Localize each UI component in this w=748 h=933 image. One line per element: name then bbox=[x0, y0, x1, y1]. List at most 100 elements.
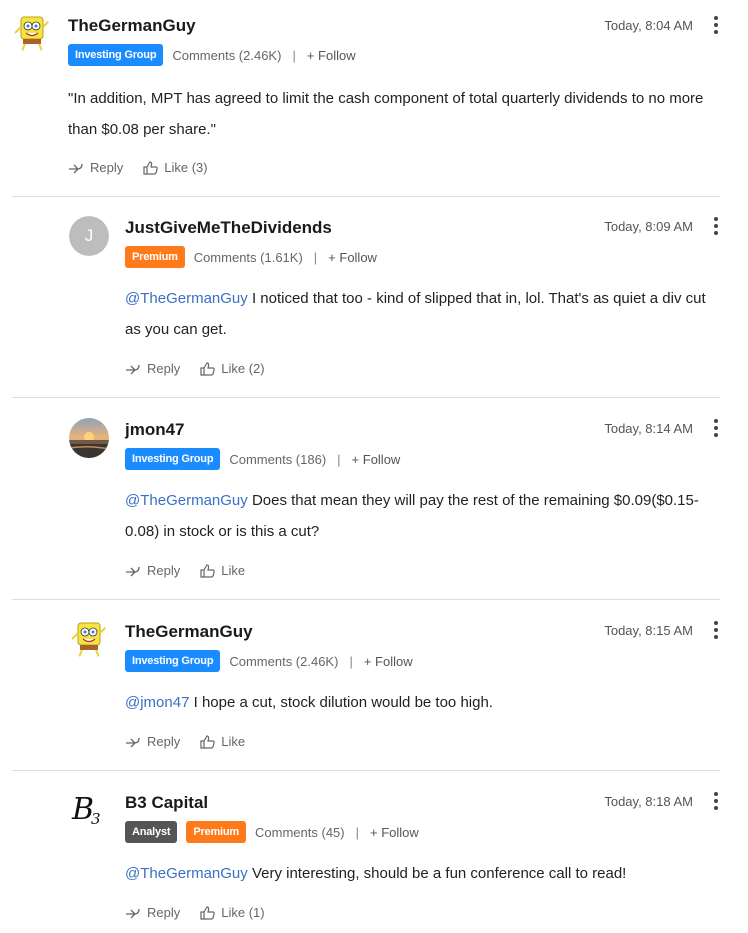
reply-icon bbox=[126, 566, 140, 576]
username[interactable]: TheGermanGuy bbox=[125, 622, 253, 642]
like-label: Like bbox=[221, 734, 246, 749]
reply-icon bbox=[69, 163, 83, 173]
investing-group-badge: Investing Group bbox=[125, 650, 221, 672]
thumbs-up-icon bbox=[200, 361, 215, 376]
comment-body: @TheGermanGuy I noticed that too - kind … bbox=[125, 283, 725, 345]
timestamp: Today, 8:14 AM bbox=[604, 421, 693, 436]
comments-count-link[interactable]: Comments (1.61K) bbox=[194, 250, 303, 265]
divider bbox=[12, 599, 720, 600]
like-label: Like bbox=[221, 563, 246, 578]
reply-label: Reply bbox=[147, 905, 181, 920]
follow-button[interactable]: + Follow bbox=[328, 250, 377, 265]
thumbs-up-icon bbox=[200, 734, 215, 749]
comments-count-link[interactable]: Comments (2.46K) bbox=[229, 654, 338, 669]
reply-label: Reply bbox=[147, 563, 181, 578]
comment-actions: Reply Like (2) bbox=[125, 361, 285, 376]
b3-logo-icon: B 3 bbox=[69, 790, 109, 830]
reply-icon bbox=[126, 737, 140, 747]
more-options-icon[interactable] bbox=[708, 215, 724, 237]
reply-button[interactable]: Reply bbox=[125, 905, 180, 920]
comment-body: @TheGermanGuy Very interesting, should b… bbox=[125, 858, 715, 889]
username[interactable]: JustGiveMeTheDividends bbox=[125, 218, 332, 238]
divider bbox=[12, 770, 720, 771]
comment-actions: Reply Like bbox=[125, 734, 265, 749]
analyst-badge: Analyst bbox=[125, 821, 178, 843]
more-options-icon[interactable] bbox=[708, 417, 724, 439]
like-button[interactable]: Like (1) bbox=[200, 905, 265, 920]
spongebob-icon bbox=[71, 622, 107, 658]
reply-button[interactable]: Reply bbox=[125, 734, 180, 749]
timestamp: Today, 8:15 AM bbox=[604, 623, 693, 638]
thumbs-up-icon bbox=[200, 905, 215, 920]
premium-badge: Premium bbox=[125, 246, 185, 268]
user-meta: Investing Group Comments (2.46K) | + Fol… bbox=[68, 44, 356, 66]
like-button[interactable]: Like (2) bbox=[200, 361, 265, 376]
follow-button[interactable]: + Follow bbox=[352, 452, 401, 467]
separator: | bbox=[313, 249, 318, 265]
thumbs-up-icon bbox=[143, 160, 158, 175]
mention-link[interactable]: @TheGermanGuy bbox=[125, 290, 248, 307]
investing-group-badge: Investing Group bbox=[125, 448, 221, 470]
separator: | bbox=[337, 451, 341, 467]
comment-actions: Reply Like (3) bbox=[68, 160, 228, 175]
sunset-icon bbox=[69, 418, 109, 458]
follow-button[interactable]: + Follow bbox=[307, 48, 356, 63]
like-label: Like (1) bbox=[221, 905, 265, 920]
investing-group-badge: Investing Group bbox=[68, 44, 164, 66]
user-meta: Premium Comments (1.61K) | + Follow bbox=[125, 246, 377, 268]
comment-text: I hope a cut, stock dilution would be to… bbox=[189, 694, 493, 711]
comments-count-link[interactable]: Comments (2.46K) bbox=[172, 48, 281, 63]
user-meta: Analyst Premium Comments (45) | + Follow bbox=[125, 821, 419, 843]
username[interactable]: jmon47 bbox=[125, 420, 185, 440]
follow-button[interactable]: + Follow bbox=[370, 825, 419, 840]
mention-link[interactable]: @TheGermanGuy bbox=[125, 865, 248, 882]
divider bbox=[12, 196, 720, 197]
user-meta: Investing Group Comments (186) | + Follo… bbox=[125, 448, 400, 470]
spongebob-icon bbox=[14, 16, 50, 52]
reply-button[interactable]: Reply bbox=[68, 160, 123, 175]
comments-count-link[interactable]: Comments (45) bbox=[255, 825, 345, 840]
avatar[interactable] bbox=[69, 418, 109, 458]
reply-button[interactable]: Reply bbox=[125, 361, 180, 376]
avatar[interactable] bbox=[12, 13, 52, 53]
avatar[interactable]: J bbox=[69, 216, 109, 256]
more-options-icon[interactable] bbox=[708, 619, 724, 641]
comment-body: @jmon47 I hope a cut, stock dilution wou… bbox=[125, 687, 715, 718]
like-button[interactable]: Like bbox=[200, 563, 245, 578]
separator: | bbox=[349, 653, 353, 669]
reply-button[interactable]: Reply bbox=[125, 563, 180, 578]
like-label: Like (2) bbox=[221, 361, 265, 376]
comments-count-link[interactable]: Comments (186) bbox=[229, 452, 326, 467]
username[interactable]: B3 Capital bbox=[125, 793, 208, 813]
comment-actions: Reply Like bbox=[125, 563, 265, 578]
comment-actions: Reply Like (1) bbox=[125, 905, 285, 920]
timestamp: Today, 8:09 AM bbox=[604, 219, 693, 234]
separator: | bbox=[292, 47, 296, 63]
follow-button[interactable]: + Follow bbox=[364, 654, 413, 669]
reply-label: Reply bbox=[147, 734, 181, 749]
username[interactable]: TheGermanGuy bbox=[68, 16, 196, 36]
like-button[interactable]: Like bbox=[200, 734, 245, 749]
reply-icon bbox=[126, 364, 140, 374]
user-meta: Investing Group Comments (2.46K) | + Fol… bbox=[125, 650, 413, 672]
more-options-icon[interactable] bbox=[708, 790, 724, 812]
divider bbox=[12, 397, 720, 398]
like-label: Like (3) bbox=[164, 160, 208, 175]
comment-text: "In addition, MPT has agreed to limit th… bbox=[68, 90, 704, 138]
like-button[interactable]: Like (3) bbox=[143, 160, 208, 175]
timestamp: Today, 8:04 AM bbox=[604, 18, 693, 33]
mention-link[interactable]: @jmon47 bbox=[125, 694, 189, 711]
comment-body: "In addition, MPT has agreed to limit th… bbox=[68, 83, 728, 145]
avatar[interactable]: B 3 bbox=[69, 790, 109, 830]
more-options-icon[interactable] bbox=[708, 14, 724, 36]
premium-badge: Premium bbox=[186, 821, 247, 843]
comment-text: Very interesting, should be a fun confer… bbox=[247, 865, 627, 882]
mention-link[interactable]: @TheGermanGuy bbox=[125, 492, 248, 509]
separator: | bbox=[355, 824, 359, 840]
reply-label: Reply bbox=[147, 361, 181, 376]
avatar[interactable] bbox=[69, 619, 109, 659]
reply-icon bbox=[126, 908, 140, 918]
comment-body: @TheGermanGuy Does that mean they will p… bbox=[125, 485, 715, 547]
logo-subscript: 3 bbox=[91, 810, 101, 828]
reply-label: Reply bbox=[90, 160, 124, 175]
